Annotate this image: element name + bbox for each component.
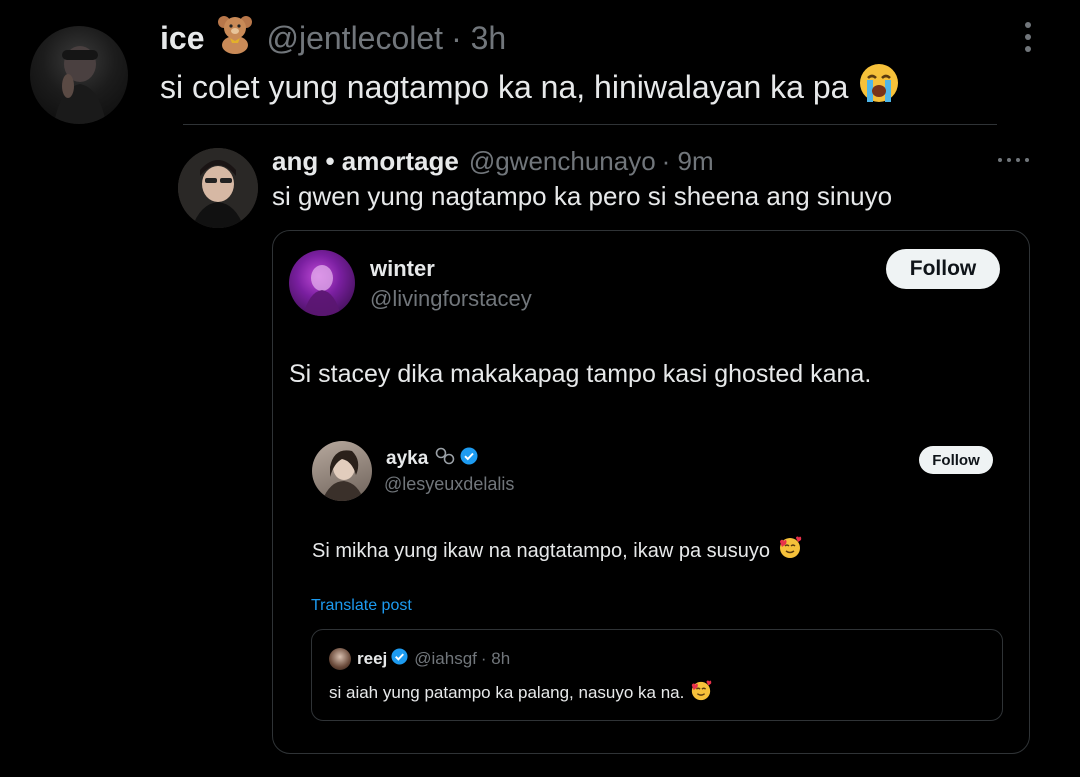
smiling-face-with-hearts-icon bbox=[690, 679, 712, 707]
avatar-winter[interactable] bbox=[289, 250, 355, 316]
quote1-text: Si stacey dika makakapag tampo kasi ghos… bbox=[289, 360, 872, 388]
quote3-timestamp[interactable]: · 8h bbox=[481, 649, 510, 669]
quote2-display-name[interactable]: ayka bbox=[386, 448, 428, 470]
avatar-reej[interactable] bbox=[329, 648, 351, 670]
quote1-display-name[interactable]: winter bbox=[370, 256, 435, 282]
smiling-face-with-hearts-icon bbox=[778, 536, 802, 566]
quote3-header: reej @iahsgf · 8h bbox=[329, 646, 510, 672]
divider bbox=[183, 124, 997, 125]
tweet2-display-name[interactable]: ang • amortage bbox=[272, 146, 459, 177]
tweet1-timestamp[interactable]: · 3h bbox=[451, 20, 506, 57]
loudly-crying-face-icon bbox=[858, 62, 900, 112]
quote3-handle[interactable]: @iahsgf bbox=[414, 649, 477, 669]
follow-button[interactable]: Follow bbox=[886, 249, 1000, 289]
verified-badge-icon bbox=[460, 447, 478, 471]
tweet2-header: ang • amortage @gwenchunayo · 9m bbox=[272, 142, 714, 180]
tweet1-header: ice @jentlecolet · 3h bbox=[160, 16, 506, 60]
avatar-ayka[interactable] bbox=[312, 441, 372, 501]
quote2-handle[interactable]: @lesyeuxdelalis bbox=[384, 474, 514, 495]
quote2-header: ayka bbox=[386, 446, 478, 472]
quote3-display-name[interactable]: reej bbox=[357, 649, 387, 669]
more-options-icon[interactable] bbox=[1025, 22, 1031, 52]
link-symbol-icon bbox=[434, 446, 456, 472]
teddy-bear-icon bbox=[216, 14, 254, 62]
verified-badge-icon bbox=[391, 648, 408, 670]
avatar-ice[interactable] bbox=[30, 26, 128, 124]
tweet1-handle[interactable]: @jentlecolet bbox=[266, 20, 443, 57]
translate-post-link[interactable]: Translate post bbox=[311, 597, 412, 615]
tweet1-text: si colet yung nagtampo ka na, hiniwalaya… bbox=[160, 68, 849, 105]
nested-quoted-post-card[interactable] bbox=[311, 629, 1003, 721]
follow-button[interactable]: Follow bbox=[919, 446, 993, 474]
tweet1-body: si colet yung nagtampo ka na, hiniwalaya… bbox=[160, 62, 900, 112]
quote2-text: Si mikha yung ikaw na nagtatampo, ikaw p… bbox=[312, 539, 771, 562]
tweet1-display-name[interactable]: ice bbox=[160, 20, 204, 57]
quote3-body: si aiah yung patampo ka palang, nasuyo k… bbox=[329, 679, 712, 707]
avatar-ang[interactable] bbox=[178, 148, 258, 228]
tweet2-handle[interactable]: @gwenchunayo bbox=[469, 146, 656, 177]
quote1-handle[interactable]: @livingforstacey bbox=[370, 286, 532, 312]
tweet2-text: si gwen yung nagtampo ka pero si sheena … bbox=[272, 181, 893, 211]
quote3-text: si aiah yung patampo ka palang, nasuyo k… bbox=[329, 683, 685, 702]
more-options-icon[interactable] bbox=[998, 158, 1029, 162]
tweet2-timestamp[interactable]: · 9m bbox=[662, 146, 714, 177]
quote2-body: Si mikha yung ikaw na nagtatampo, ikaw p… bbox=[312, 536, 802, 566]
